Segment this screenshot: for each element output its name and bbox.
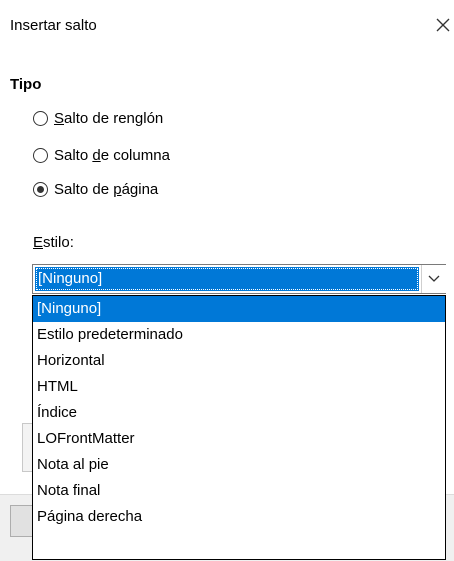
radio-circle[interactable] [33, 110, 48, 126]
list-item[interactable]: [Ninguno] [33, 296, 445, 322]
radio-page-break[interactable]: Salto de página [33, 177, 158, 201]
radio-label: Salto de columna [54, 146, 170, 164]
dropdown-toggle-button[interactable] [421, 265, 446, 293]
footer-button[interactable] [10, 505, 33, 537]
radio-label: Salto de página [54, 180, 159, 198]
list-item[interactable]: Horizontal [33, 348, 445, 374]
radio-selected-dot [37, 185, 44, 193]
list-item[interactable]: HTML [33, 374, 445, 400]
insert-break-dialog: Insertar salto Tipo Salto de renglón Sal… [0, 0, 454, 561]
radio-line-break[interactable]: Salto de renglón [33, 106, 163, 130]
title-bar: Insertar salto [0, 0, 454, 52]
type-section-heading: Tipo [10, 76, 42, 93]
radio-circle[interactable] [33, 181, 48, 197]
list-item[interactable]: Índice [33, 400, 445, 426]
dialog-title: Insertar salto [10, 17, 97, 34]
list-item[interactable]: LOFrontMatter [33, 426, 445, 452]
style-label: Estilo: [33, 234, 74, 251]
list-item[interactable]: Nota final [33, 478, 445, 504]
radio-circle[interactable] [33, 147, 48, 163]
style-dropdown-list: [Ninguno] Estilo predeterminado Horizont… [32, 295, 446, 560]
list-item[interactable]: Nota al pie [33, 452, 445, 478]
list-item[interactable]: Estilo predeterminado [33, 322, 445, 348]
style-select-value[interactable]: [Ninguno] [35, 267, 419, 291]
style-select[interactable]: [Ninguno] [32, 264, 446, 294]
close-icon [436, 18, 450, 32]
chevron-down-icon [428, 275, 440, 282]
radio-column-break[interactable]: Salto de columna [33, 143, 170, 167]
radio-label: Salto de renglón [54, 109, 164, 127]
list-item[interactable]: Página derecha [33, 504, 445, 530]
close-button[interactable] [432, 14, 454, 36]
